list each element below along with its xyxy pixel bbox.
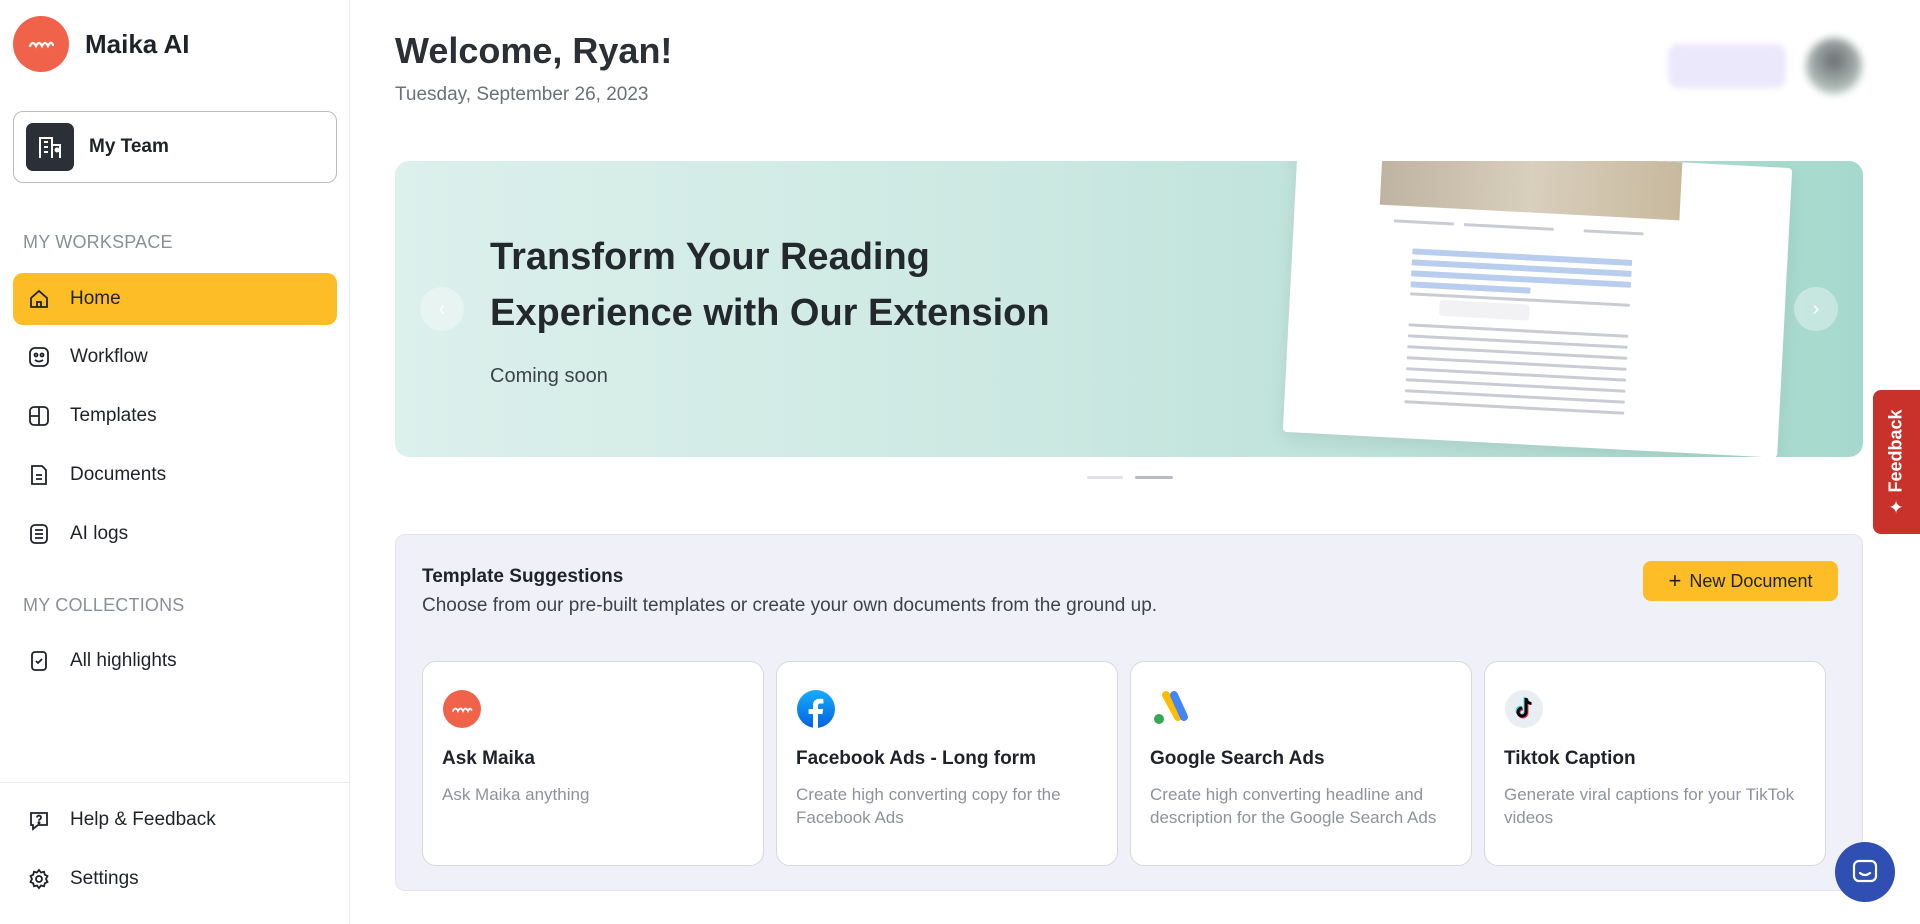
current-date: Tuesday, September 26, 2023: [395, 84, 649, 105]
workspace-section-label: MY WORKSPACE: [23, 232, 173, 252]
promo-banner: Transform Your Reading Experience with O…: [395, 161, 1863, 457]
card-title: Ask Maika: [442, 748, 535, 769]
card-title: Tiktok Caption: [1504, 748, 1636, 769]
sidebar-item-ai-logs[interactable]: AI logs: [13, 508, 337, 560]
chevron-right-icon: ›: [1812, 297, 1820, 320]
section-title: Template Suggestions: [422, 566, 624, 587]
team-selector[interactable]: My Team: [13, 111, 337, 183]
brand[interactable]: Maika AI: [13, 16, 190, 72]
card-description: Ask Maika anything: [442, 785, 590, 804]
help-icon: [27, 808, 51, 832]
page-title: Welcome, Ryan!: [395, 30, 673, 71]
banner-title: Transform Your Reading Experience with O…: [490, 236, 1050, 334]
new-document-label: New Document: [1689, 570, 1813, 591]
maika-logo-icon: [13, 16, 69, 72]
new-document-button[interactable]: + New Document: [1643, 561, 1838, 601]
template-card-ask-maika[interactable]: Ask Maika Ask Maika anything: [422, 661, 764, 866]
sidebar-divider: [0, 782, 350, 783]
carousel-next-button[interactable]: ›: [1794, 287, 1838, 331]
carousel-dot-2[interactable]: [1135, 476, 1173, 479]
maika-logo-icon: [442, 689, 482, 729]
card-description: Create high converting copy for the Face…: [796, 785, 1061, 827]
workflow-icon: [27, 345, 51, 369]
plus-icon: +: [1668, 568, 1682, 593]
google-ads-icon: [1150, 689, 1190, 729]
brand-name: Maika AI: [85, 28, 190, 59]
sidebar-item-label: AI logs: [70, 523, 129, 544]
card-description: Generate viral captions for your TikTok …: [1504, 785, 1795, 827]
sidebar-item-label: Settings: [70, 868, 139, 889]
templates-icon: [27, 404, 51, 428]
sidebar-item-help-feedback[interactable]: Help & Feedback: [13, 794, 337, 846]
sidebar-item-label: Workflow: [70, 346, 148, 367]
sidebar-item-home[interactable]: Home: [13, 273, 337, 325]
section-subtitle: Choose from our pre-built templates or c…: [422, 595, 1158, 616]
card-title: Google Search Ads: [1150, 748, 1325, 769]
document-icon: [27, 463, 51, 487]
sidebar-item-workflow[interactable]: Workflow: [13, 331, 337, 383]
sidebar-item-documents[interactable]: Documents: [13, 449, 337, 501]
extension-preview-image: [1282, 161, 1793, 457]
template-suggestions: Template Suggestions Choose from our pre…: [395, 534, 1863, 891]
sidebar-item-label: All highlights: [70, 650, 177, 671]
collections-section-label: MY COLLECTIONS: [23, 595, 185, 615]
carousel-dot-1[interactable]: [1087, 476, 1123, 479]
chat-icon: [1852, 859, 1878, 883]
card-description: Create high converting headline and desc…: [1150, 785, 1437, 827]
avatar[interactable]: [1806, 38, 1862, 94]
sidebar-item-templates[interactable]: Templates: [13, 390, 337, 442]
carousel-prev-button[interactable]: ‹: [420, 287, 464, 331]
chat-support-button[interactable]: [1835, 842, 1895, 902]
feedback-tab[interactable]: ✦ Feedback: [1873, 390, 1920, 534]
feedback-label: Feedback: [1886, 408, 1907, 492]
sidebar: Maika AI My Team MY WORKSPACE Home Workf…: [0, 0, 350, 924]
highlights-icon: [27, 649, 51, 673]
banner-subtitle: Coming soon: [490, 365, 608, 387]
facebook-icon: [796, 689, 836, 729]
home-icon: [27, 287, 51, 311]
chevron-left-icon: ‹: [438, 297, 446, 320]
sidebar-item-all-highlights[interactable]: All highlights: [13, 635, 337, 687]
sidebar-item-label: Documents: [70, 464, 167, 485]
sidebar-item-settings[interactable]: Settings: [13, 853, 337, 905]
template-card-facebook-ads[interactable]: Facebook Ads - Long form Create high con…: [776, 661, 1118, 866]
building-icon: [26, 123, 74, 171]
sidebar-item-label: Help & Feedback: [70, 809, 216, 830]
template-card-tiktok-caption[interactable]: Tiktok Caption Generate viral captions f…: [1484, 661, 1826, 866]
tiktok-icon: [1504, 689, 1544, 729]
sparkle-icon: ✦: [1888, 497, 1905, 518]
preview-photo: [1379, 161, 1683, 221]
card-title: Facebook Ads - Long form: [796, 748, 1036, 769]
upgrade-button[interactable]: [1668, 44, 1786, 88]
gear-icon: [27, 867, 51, 891]
ai-logs-icon: [27, 522, 51, 546]
sidebar-item-label: Home: [70, 288, 121, 309]
template-card-google-search-ads[interactable]: Google Search Ads Create high converting…: [1130, 661, 1472, 866]
sidebar-item-label: Templates: [70, 405, 157, 426]
team-label: My Team: [89, 136, 169, 157]
